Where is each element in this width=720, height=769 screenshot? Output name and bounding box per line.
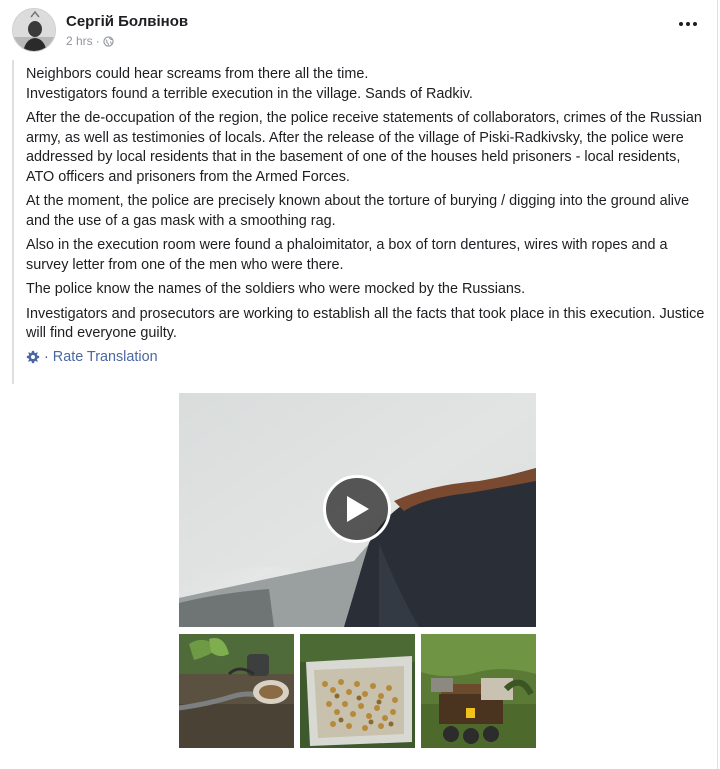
author-name[interactable]: Сергій Болвінов <box>66 13 188 30</box>
photo-thumbnail-2[interactable] <box>300 634 415 748</box>
post-header: Сергій Болвінов 2 hrs · <box>12 6 702 54</box>
video-thumbnail[interactable] <box>179 393 536 627</box>
translated-text: Neighbors could hear screams from there … <box>12 60 708 384</box>
more-options-button[interactable] <box>674 14 702 34</box>
globe-icon <box>103 35 114 47</box>
paragraph-6: Investigators and prosecutors are workin… <box>26 305 705 342</box>
post-card: Сергій Болвінов 2 hrs · Neighbors could … <box>0 0 720 769</box>
post-time[interactable]: 2 hrs <box>66 34 93 48</box>
photo-thumbnail-1[interactable] <box>179 634 294 748</box>
post-meta: 2 hrs · <box>66 34 114 48</box>
avatar[interactable] <box>12 8 56 52</box>
paragraph-2: After the de-occupation of the region, t… <box>26 110 702 185</box>
paragraph-5: The police know the names of the soldier… <box>26 281 526 297</box>
play-button[interactable] <box>323 475 391 543</box>
card-border <box>717 0 718 769</box>
rate-separator: · <box>44 348 49 365</box>
more-dots-icon <box>679 22 683 26</box>
paragraph-1: Neighbors could hear screams from there … <box>26 66 473 102</box>
gear-icon[interactable] <box>26 350 40 364</box>
rate-translation-link[interactable]: Rate Translation <box>53 349 158 365</box>
paragraph-4: Also in the execution room were found a … <box>26 237 668 273</box>
meta-separator: · <box>95 34 100 48</box>
rate-translation-row: · Rate Translation <box>26 349 708 365</box>
play-icon <box>347 496 369 522</box>
photo-thumbnail-3[interactable] <box>421 634 536 748</box>
paragraph-3: At the moment, the police are precisely … <box>26 193 690 229</box>
